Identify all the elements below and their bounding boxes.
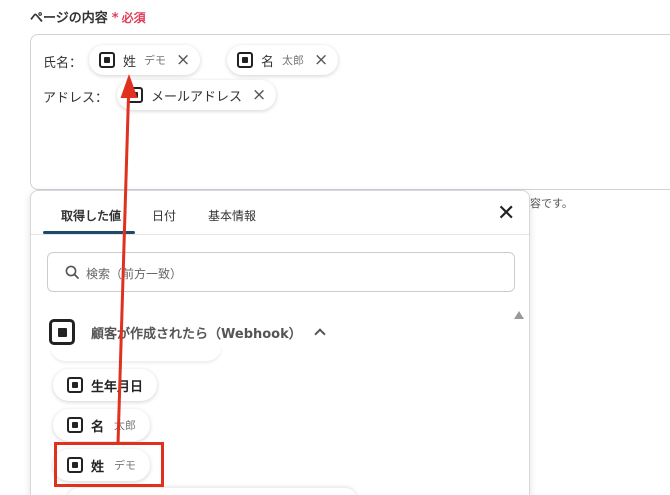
list-item-first-name[interactable]: 名 太郎 bbox=[53, 409, 151, 441]
chip-last-name[interactable]: 姓 デモ × bbox=[89, 45, 201, 75]
group-header[interactable]: 顧客が作成されたら（Webhook） bbox=[49, 319, 326, 345]
annotation-highlight-box bbox=[54, 442, 164, 487]
active-tab-indicator bbox=[43, 231, 135, 234]
row-label-address: アドレス： bbox=[43, 91, 109, 106]
list-item-partial bbox=[51, 347, 221, 361]
square-app-icon bbox=[67, 417, 83, 433]
search-placeholder: 検索（前方一致） bbox=[86, 267, 183, 281]
required-star: * bbox=[111, 11, 119, 26]
search-input[interactable]: 検索（前方一致） bbox=[47, 252, 515, 292]
list-item-birthdate[interactable]: 生年月日 bbox=[53, 369, 158, 401]
close-icon[interactable]: ✕ bbox=[497, 203, 515, 225]
chip-email[interactable]: メールアドレス × bbox=[117, 80, 277, 110]
field-label-text: ページの内容 bbox=[30, 11, 108, 26]
row-label-name: 氏名： bbox=[43, 56, 83, 71]
square-app-icon bbox=[67, 377, 83, 393]
item-main: 生年月日 bbox=[91, 379, 144, 395]
search-icon bbox=[65, 265, 79, 279]
chevron-up-icon[interactable] bbox=[314, 328, 326, 340]
close-icon[interactable]: × bbox=[176, 51, 190, 69]
chip-main: 姓 bbox=[123, 54, 137, 70]
scroll-up-arrow-icon[interactable] bbox=[514, 311, 524, 319]
close-icon[interactable]: × bbox=[252, 86, 266, 104]
field-note: 容です。 bbox=[530, 197, 573, 210]
square-app-icon bbox=[99, 52, 115, 68]
chip-main: 名 bbox=[261, 54, 275, 70]
item-sub: 太郎 bbox=[114, 419, 137, 432]
group-title: 顧客が作成されたら（Webhook） bbox=[91, 326, 302, 342]
square-app-icon bbox=[127, 87, 143, 103]
chip-first-name[interactable]: 名 太郎 × bbox=[227, 45, 339, 75]
chip-sub: デモ bbox=[144, 54, 167, 67]
square-app-icon bbox=[237, 52, 253, 68]
item-main: 名 bbox=[91, 419, 105, 435]
chip-main: メールアドレス bbox=[151, 89, 243, 105]
tab-basic-info[interactable]: 基本情報 bbox=[208, 207, 256, 224]
content-editor[interactable]: 氏名： アドレス： 姓 デモ × 名 太郎 × メールアドレス × bbox=[30, 34, 670, 190]
required-text: 必須 bbox=[121, 11, 146, 25]
tab-retrieved-values[interactable]: 取得した値 bbox=[61, 207, 121, 224]
close-icon[interactable]: × bbox=[314, 51, 328, 69]
chip-sub: 太郎 bbox=[282, 54, 305, 67]
screen: ページの内容 * 必須 氏名： アドレス： 姓 デモ × 名 太郎 × メールアドレ… bbox=[0, 0, 670, 495]
square-app-icon bbox=[49, 319, 75, 345]
tab-date[interactable]: 日付 bbox=[152, 207, 176, 224]
field-label: ページの内容 * 必須 bbox=[30, 7, 146, 26]
list-item-partial bbox=[67, 488, 357, 495]
tab-bar: 取得した値 日付 基本情報 ✕ bbox=[31, 191, 529, 235]
